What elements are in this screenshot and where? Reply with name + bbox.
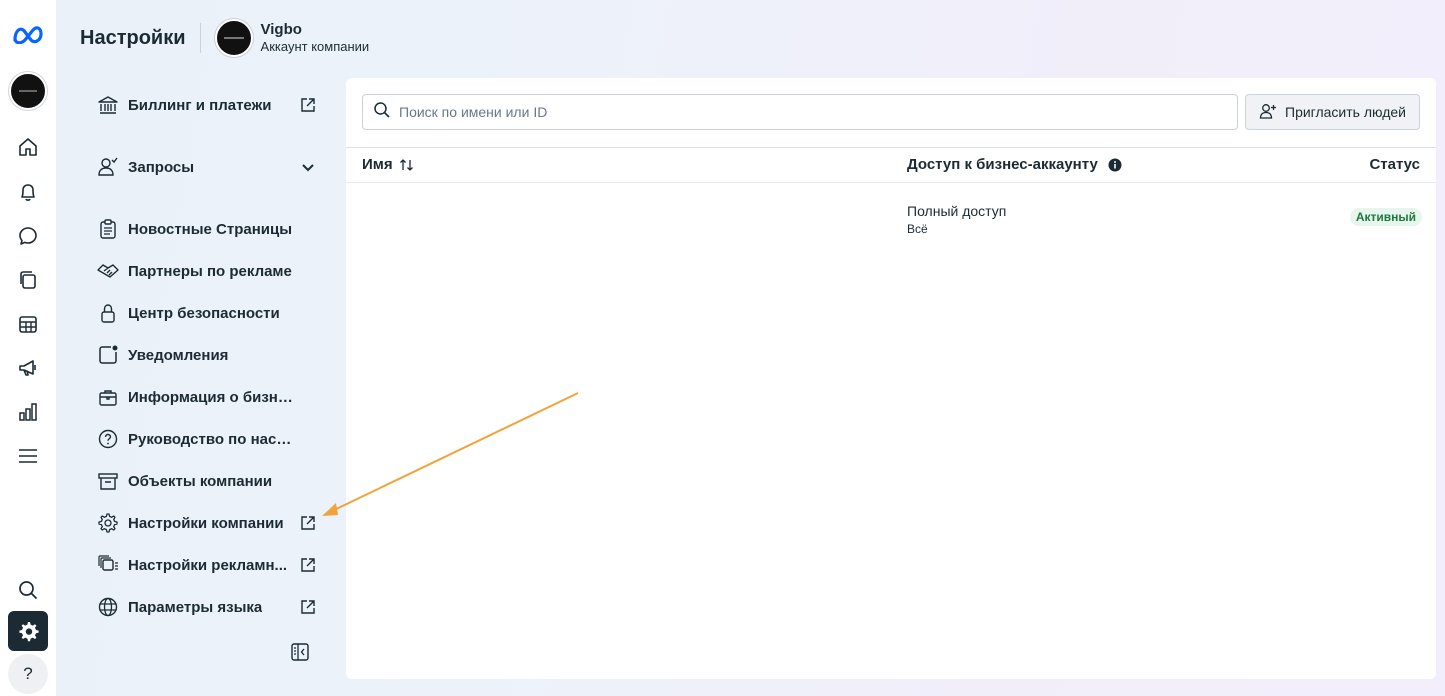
nav-item-label: Объекты компании <box>128 472 273 490</box>
question-icon <box>96 427 120 451</box>
search-input[interactable] <box>399 104 1199 120</box>
collapse-sidebar-icon[interactable] <box>288 640 312 664</box>
business-avatar[interactable] <box>214 19 253 57</box>
column-access-label: Доступ к бизнес-аккаунту <box>907 156 1098 173</box>
globe-icon <box>96 595 120 619</box>
account-name: Vigbo <box>260 20 302 38</box>
invite-people-button[interactable]: Пригласить людей <box>1245 94 1420 130</box>
nav-item-language[interactable]: Параметры языка <box>96 591 322 623</box>
nav-item-business-assets[interactable]: Объекты компании <box>96 465 322 497</box>
nav-item-notifications[interactable]: Уведомления <box>96 339 322 371</box>
search-box[interactable] <box>362 94 1238 130</box>
header-divider <box>199 23 201 53</box>
nav-item-business-info[interactable]: Информация о бизне... <box>96 381 322 413</box>
help-icon[interactable]: ? <box>8 654 48 694</box>
briefcase-icon <box>96 385 120 409</box>
table-row[interactable]: Полный доступ Всё Активный <box>346 198 1436 248</box>
nav-item-news-pages[interactable]: Новостные Страницы <box>96 213 322 245</box>
account-switcher[interactable]: Vigbo Аккаунт компании <box>261 20 370 56</box>
nav-item-label: Запросы <box>128 158 195 176</box>
nav-item-billing[interactable]: Биллинг и платежи <box>96 89 322 121</box>
nav-item-label: Настройки компании <box>128 514 284 532</box>
sort-icon[interactable] <box>399 158 415 172</box>
column-name-label: Имя <box>362 156 393 173</box>
nav-item-label: Настройки рекламн... <box>128 556 288 574</box>
lock-icon <box>96 301 120 325</box>
home-icon[interactable] <box>8 127 48 167</box>
external-link-icon[interactable] <box>298 95 318 115</box>
left-rail: ? <box>0 0 56 696</box>
pages-icon[interactable] <box>8 260 48 300</box>
analytics-icon[interactable] <box>8 392 48 432</box>
external-link-icon[interactable] <box>298 555 318 575</box>
nav-item-setup-guide[interactable]: Руководство по настр... <box>96 423 322 455</box>
chat-icon[interactable] <box>8 216 48 256</box>
person-request-icon <box>96 155 120 179</box>
handshake-icon <box>96 259 120 283</box>
search-icon <box>373 101 391 124</box>
menu-icon[interactable] <box>8 436 48 476</box>
external-link-icon[interactable] <box>298 597 318 617</box>
page-header: Настройки Vigbo Аккаунт компании <box>80 16 369 60</box>
nav-item-ad-settings[interactable]: Настройки рекламн... <box>96 549 322 581</box>
access-scope: Всё <box>907 221 928 236</box>
notification-icon <box>96 343 120 367</box>
archive-icon <box>96 469 120 493</box>
gear-icon <box>96 511 120 535</box>
bank-icon <box>96 93 120 117</box>
nav-item-security-center[interactable]: Центр безопасности <box>96 297 322 329</box>
bell-icon[interactable] <box>8 172 48 212</box>
clipboard-icon <box>96 217 120 241</box>
nav-item-label: Новостные Страницы <box>128 220 293 238</box>
nav-item-label: Уведомления <box>128 346 229 364</box>
account-avatar[interactable] <box>9 72 47 110</box>
megaphone-icon[interactable] <box>8 348 48 388</box>
invite-people-label: Пригласить людей <box>1285 104 1406 120</box>
column-header-name[interactable]: Имя <box>362 156 415 173</box>
people-panel: Пригласить людей Имя Доступ к бизнес-акк… <box>346 78 1436 679</box>
nav-item-label: Параметры языка <box>128 598 263 616</box>
column-header-access: Доступ к бизнес-аккаунту <box>907 156 1122 173</box>
info-icon[interactable] <box>1108 158 1122 172</box>
search-icon[interactable] <box>8 570 48 610</box>
page-title: Настройки <box>80 26 186 49</box>
nav-item-requests[interactable]: Запросы <box>96 151 322 183</box>
table-icon[interactable] <box>8 304 48 344</box>
column-header-status: Статус <box>1369 156 1420 173</box>
access-level: Полный доступ <box>907 203 1007 219</box>
nav-item-ad-partners[interactable]: Партнеры по рекламе <box>96 255 322 287</box>
add-person-icon <box>1259 102 1277 123</box>
nav-item-label: Биллинг и платежи <box>128 96 272 114</box>
external-link-icon[interactable] <box>298 513 318 533</box>
table-header: Имя Доступ к бизнес-аккаунту Статус <box>346 147 1436 183</box>
nav-item-label: Руководство по настр... <box>128 430 296 448</box>
nav-item-company-settings[interactable]: Настройки компании <box>96 507 322 539</box>
access-cell: Полный доступ Всё <box>907 202 1006 237</box>
nav-item-label: Партнеры по рекламе <box>128 262 292 280</box>
nav-item-label: Информация о бизне... <box>128 388 296 406</box>
chevron-down-icon[interactable] <box>298 157 318 177</box>
help-label: ? <box>23 664 33 683</box>
status-badge: Активный <box>1349 208 1422 226</box>
ad-settings-icon <box>96 553 120 577</box>
account-type: Аккаунт компании <box>260 39 370 55</box>
meta-logo-icon[interactable] <box>8 14 48 54</box>
settings-icon[interactable] <box>8 611 48 651</box>
nav-item-label: Центр безопасности <box>128 304 280 322</box>
